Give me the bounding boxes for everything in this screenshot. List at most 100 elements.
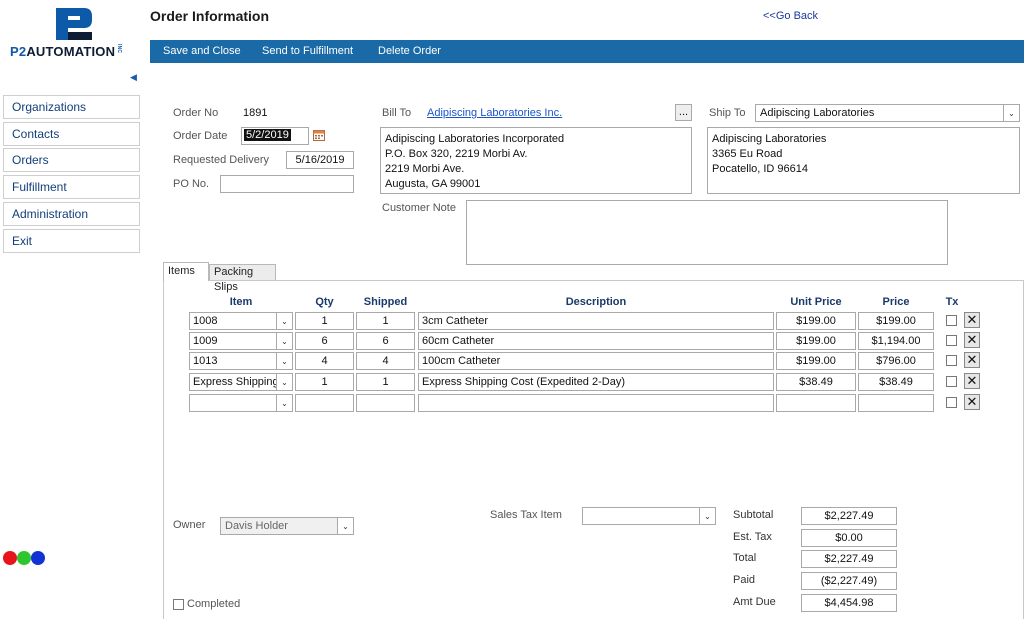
chevron-down-icon[interactable]: ⌄ — [276, 374, 292, 390]
sales-tax-item-select[interactable]: ⌄ — [582, 507, 716, 525]
qty-field[interactable]: 6 — [295, 332, 354, 350]
tax-checkbox[interactable] — [946, 376, 957, 387]
ship-to-label: Ship To — [709, 107, 746, 119]
completed-label: Completed — [187, 598, 241, 610]
delete-row-icon[interactable]: ✕ — [964, 373, 980, 389]
po-number-label: PO No. — [173, 178, 210, 190]
subtotal-label: Subtotal — [733, 509, 774, 521]
items-panel — [163, 280, 1024, 619]
tax-checkbox[interactable] — [946, 335, 957, 346]
tab-items[interactable]: Items — [163, 262, 209, 281]
delete-row-icon[interactable]: ✕ — [964, 312, 980, 328]
action-toolbar: Save and Close Send to Fulfillment Delet… — [150, 40, 1024, 63]
status-dot-blue — [31, 551, 45, 565]
qty-field[interactable]: 1 — [295, 312, 354, 330]
tax-checkbox[interactable] — [946, 397, 957, 408]
qty-field[interactable] — [295, 394, 354, 412]
tax-checkbox[interactable] — [946, 315, 957, 326]
column-header-unit-price: Unit Price — [790, 296, 842, 308]
unit-price-field[interactable]: $199.00 — [776, 312, 856, 330]
bill-to-lookup-button[interactable]: ... — [675, 104, 692, 121]
ship-to-select[interactable]: Adipiscing Laboratories ⌄ — [755, 104, 1020, 122]
bill-to-link[interactable]: Adipiscing Laboratories Inc. — [427, 107, 562, 119]
column-header-price: Price — [882, 296, 910, 308]
delete-row-icon[interactable]: ✕ — [964, 332, 980, 348]
go-back-link[interactable]: <<Go Back — [763, 10, 818, 22]
ship-to-address[interactable]: Adipiscing Laboratories 3365 Eu Road Poc… — [707, 127, 1020, 194]
customer-note-label: Customer Note — [382, 202, 456, 214]
column-header-qty: Qty — [315, 296, 334, 308]
shipped-field — [356, 394, 415, 412]
sales-tax-item-label: Sales Tax Item — [490, 509, 562, 521]
description-field[interactable] — [418, 394, 774, 412]
chevron-down-icon[interactable]: ⌄ — [276, 333, 292, 349]
send-to-fulfillment-button[interactable]: Send to Fulfillment — [262, 40, 353, 63]
item-select[interactable]: Express Shipping C ⌄ — [189, 373, 293, 391]
ship-to-address-line: Pocatello, ID 96614 — [712, 163, 809, 175]
sidebar-item-organizations[interactable]: Organizations — [3, 95, 140, 119]
qty-field[interactable]: 1 — [295, 373, 354, 391]
unit-price-field[interactable]: $199.00 — [776, 352, 856, 370]
column-header-description: Description — [565, 296, 627, 308]
shipped-field: 6 — [356, 332, 415, 350]
po-number-field[interactable] — [220, 175, 354, 193]
description-field[interactable]: 100cm Catheter — [418, 352, 774, 370]
description-field[interactable]: 60cm Catheter — [418, 332, 774, 350]
sidebar-item-contacts[interactable]: Contacts — [3, 122, 140, 146]
chevron-down-icon[interactable]: ⌄ — [276, 313, 292, 329]
item-select[interactable]: 1013 ⌄ — [189, 352, 293, 370]
est-tax-label: Est. Tax — [733, 531, 772, 543]
completed-checkbox[interactable] — [173, 599, 184, 610]
column-header-item: Item — [229, 296, 253, 308]
item-select[interactable]: ⌄ — [189, 394, 293, 412]
requested-delivery-label: Requested Delivery — [173, 154, 269, 166]
item-select[interactable]: 1009 ⌄ — [189, 332, 293, 350]
save-and-close-button[interactable]: Save and Close — [163, 40, 241, 63]
collapse-sidebar-icon[interactable]: ◀ — [130, 72, 137, 83]
sidebar-item-fulfillment[interactable]: Fulfillment — [3, 175, 140, 199]
chevron-down-icon[interactable]: ⌄ — [276, 395, 292, 411]
ship-to-selected: Adipiscing Laboratories — [760, 107, 875, 119]
column-header-shipped: Shipped — [363, 296, 408, 308]
chevron-down-icon[interactable]: ⌄ — [699, 508, 715, 524]
order-date-value: 5/2/2019 — [244, 129, 291, 141]
delete-row-icon[interactable]: ✕ — [964, 352, 980, 368]
bill-to-address-line: 2219 Morbi Ave. — [385, 163, 465, 175]
unit-price-field[interactable]: $38.49 — [776, 373, 856, 391]
item-select[interactable]: 1008 ⌄ — [189, 312, 293, 330]
order-date-field[interactable]: 5/2/2019 — [241, 127, 309, 145]
sidebar-item-orders[interactable]: Orders — [3, 148, 140, 172]
unit-price-field[interactable]: $199.00 — [776, 332, 856, 350]
customer-note-field[interactable] — [466, 200, 948, 265]
owner-value: Davis Holder — [225, 520, 288, 532]
qty-field[interactable]: 4 — [295, 352, 354, 370]
order-no-value: 1891 — [243, 107, 268, 119]
description-field[interactable]: Express Shipping Cost (Expedited 2-Day) — [418, 373, 774, 391]
requested-delivery-field[interactable]: 5/16/2019 — [286, 151, 354, 169]
description-field[interactable]: 3cm Catheter — [418, 312, 774, 330]
order-no-label: Order No — [173, 107, 219, 119]
tax-checkbox[interactable] — [946, 355, 957, 366]
p2-logo-mark — [56, 8, 92, 40]
chevron-down-icon[interactable]: ⌄ — [276, 353, 292, 369]
status-dot-red — [3, 551, 17, 565]
bill-to-address-line: Augusta, GA 99001 — [385, 178, 481, 190]
tab-packing-slips[interactable]: Packing Slips — [209, 264, 276, 293]
amt-due-value: $4,454.98 — [801, 594, 897, 612]
total-value: $2,227.49 — [801, 550, 897, 568]
unit-price-field[interactable] — [776, 394, 856, 412]
delete-order-button[interactable]: Delete Order — [378, 40, 441, 63]
chevron-down-icon[interactable]: ⌄ — [337, 518, 353, 534]
calendar-icon[interactable] — [313, 129, 325, 141]
price-field: $796.00 — [858, 352, 934, 370]
owner-select[interactable]: Davis Holder ⌄ — [220, 517, 354, 535]
chevron-down-icon[interactable]: ⌄ — [1003, 105, 1019, 121]
sidebar-item-administration[interactable]: Administration — [3, 202, 140, 226]
price-field: $38.49 — [858, 373, 934, 391]
bill-to-address[interactable]: Adipiscing Laboratories Incorporated P.O… — [380, 127, 692, 194]
column-header-tax: Tx — [945, 296, 959, 308]
shipped-field: 4 — [356, 352, 415, 370]
paid-label: Paid — [733, 574, 756, 586]
sidebar-item-exit[interactable]: Exit — [3, 229, 140, 253]
delete-row-icon[interactable]: ✕ — [964, 394, 980, 410]
